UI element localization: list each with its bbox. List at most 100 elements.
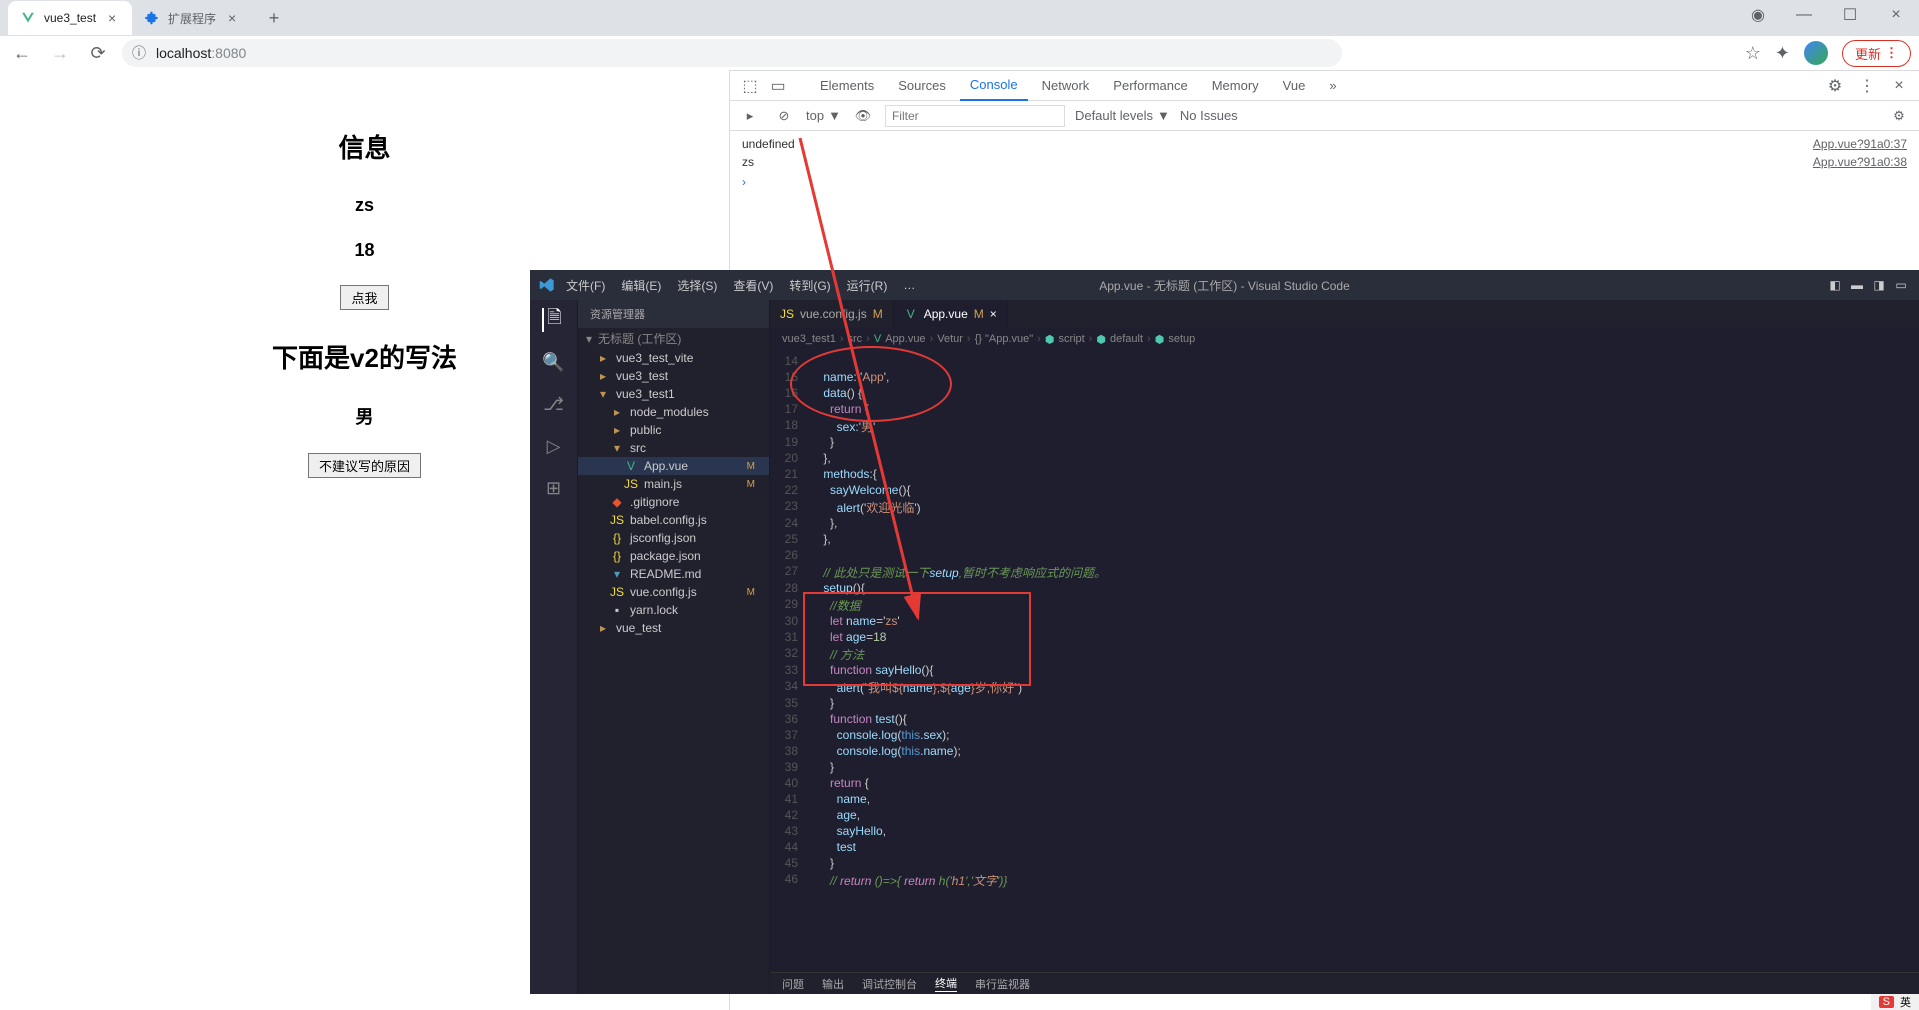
tree-item[interactable]: JSbabel.config.js	[578, 511, 769, 529]
code-editor[interactable]: 1415 name: 'App',16 data() {17 return {1…	[770, 350, 1919, 972]
explorer-icon[interactable]: 🗎	[542, 308, 566, 332]
console-prompt[interactable]: ›	[742, 175, 1907, 189]
tree-item[interactable]: ▾ vue3_test1	[578, 385, 769, 403]
console-message: zs	[742, 155, 754, 169]
profile-avatar[interactable]	[1804, 41, 1828, 65]
levels-select[interactable]: Default levels ▼	[1075, 108, 1170, 123]
menu-run[interactable]: 运行(R)	[841, 277, 894, 294]
eye-icon[interactable]: 👁	[851, 108, 875, 124]
breadcrumb[interactable]: vue3_test1› src› V App.vue› Vetur› {} "A…	[770, 328, 1919, 350]
devtools-panel: ⬚ ▭ Elements Sources Console Network Per…	[730, 70, 1919, 270]
console-filter-input[interactable]	[885, 105, 1065, 127]
panel-tab-debug[interactable]: 调试控制台	[862, 976, 917, 992]
url-input[interactable]: ⓘ localhost:8080	[122, 39, 1342, 67]
tab-close-icon[interactable]: ×	[224, 10, 240, 26]
issues-badge[interactable]: No Issues	[1180, 108, 1238, 123]
site-info-icon[interactable]: ⓘ	[132, 43, 146, 63]
menu-edit[interactable]: 编辑(E)	[615, 277, 667, 294]
tab-bar: vue3_test × 扩展程序 × + ◉ — ☐ ×	[0, 0, 1919, 36]
tree-item[interactable]: JSmain.jsM	[578, 475, 769, 493]
tree-item[interactable]: {}jsconfig.json	[578, 529, 769, 547]
tree-item[interactable]: ▸ vue3_test_vite	[578, 349, 769, 367]
browser-tab-active[interactable]: vue3_test ×	[8, 1, 132, 35]
back-button[interactable]: ←	[8, 39, 36, 67]
console-message: undefined	[742, 137, 795, 151]
tab-close-icon[interactable]: ×	[990, 307, 997, 321]
search-icon[interactable]: 🔍	[542, 350, 566, 374]
tree-item[interactable]: ▸ node_modules	[578, 403, 769, 421]
minimize-icon[interactable]: —	[1781, 0, 1827, 30]
update-button[interactable]: 更新 ⋮	[1842, 40, 1911, 67]
tab-close-icon[interactable]: ×	[104, 10, 120, 26]
workspace-root[interactable]: ▾ 无标题 (工作区)	[578, 328, 769, 349]
layout-right-icon[interactable]: ◨	[1869, 278, 1889, 292]
inspect-icon[interactable]: ⬚	[738, 76, 762, 96]
tree-item[interactable]: ▾README.md	[578, 565, 769, 583]
devtools-tab-sources[interactable]: Sources	[888, 71, 956, 101]
extensions-icon[interactable]: ✦	[1775, 43, 1790, 64]
menu-view[interactable]: 查看(V)	[727, 277, 779, 294]
clear-console-icon[interactable]: ⊘	[772, 108, 796, 124]
page-age: 18	[0, 240, 729, 261]
maximize-icon[interactable]: ☐	[1827, 0, 1873, 30]
layout-bottom-icon[interactable]: ▬	[1847, 278, 1867, 292]
window-controls: ◉ — ☐ ×	[1735, 0, 1919, 30]
panel-tab-output[interactable]: 输出	[822, 976, 844, 992]
panel-tab-serial[interactable]: 串行监视器	[975, 976, 1030, 992]
vscode-title: App.vue - 无标题 (工作区) - Visual Studio Code	[1099, 277, 1350, 294]
layout-panel-icon[interactable]: ▭	[1891, 278, 1911, 292]
tree-item[interactable]: ▪yarn.lock	[578, 601, 769, 619]
tree-item[interactable]: {}package.json	[578, 547, 769, 565]
console-source-link[interactable]: App.vue?91a0:37	[1813, 137, 1907, 151]
editor-tab[interactable]: JSvue.config.js M	[770, 300, 894, 328]
menu-select[interactable]: 选择(S)	[671, 277, 723, 294]
more-icon[interactable]: ⋮	[1855, 76, 1879, 96]
editor-tabs: JSvue.config.js M VApp.vue M ×	[770, 300, 1919, 328]
browser-tab[interactable]: 扩展程序 ×	[132, 1, 252, 35]
devtools-close-icon[interactable]: ×	[1887, 76, 1911, 96]
devtools-tab-network[interactable]: Network	[1032, 71, 1100, 101]
tree-item[interactable]: ▸ vue3_test	[578, 367, 769, 385]
tree-item[interactable]: ▸ public	[578, 421, 769, 439]
tab-title: vue3_test	[44, 11, 96, 25]
close-icon[interactable]: ×	[1873, 0, 1919, 30]
page-name: zs	[0, 195, 729, 216]
click-me-button[interactable]: 点我	[340, 285, 388, 310]
debug-icon[interactable]: ▷	[542, 434, 566, 458]
device-toggle-icon[interactable]: ▭	[766, 76, 790, 96]
menu-file[interactable]: 文件(F)	[560, 277, 611, 294]
menu-goto[interactable]: 转到(G)	[783, 277, 836, 294]
new-tab-button[interactable]: +	[260, 4, 288, 32]
bookmark-icon[interactable]: ☆	[1745, 43, 1761, 64]
scm-icon[interactable]: ⎇	[542, 392, 566, 416]
console-source-link[interactable]: App.vue?91a0:38	[1813, 155, 1907, 169]
settings-icon[interactable]: ⚙	[1823, 76, 1847, 96]
context-select[interactable]: top ▼	[806, 108, 841, 123]
devtools-tab-performance[interactable]: Performance	[1103, 71, 1197, 101]
menu-more[interactable]: …	[897, 278, 921, 292]
reason-button[interactable]: 不建议写的原因	[308, 453, 421, 478]
devtools-more-tabs[interactable]: »	[1319, 71, 1346, 101]
ime-lang[interactable]: 英	[1900, 994, 1911, 1010]
devtools-tab-elements[interactable]: Elements	[810, 71, 884, 101]
editor-tab-active[interactable]: VApp.vue M ×	[894, 300, 1008, 328]
forward-button[interactable]: →	[46, 39, 74, 67]
tree-item[interactable]: ▾ src	[578, 439, 769, 457]
console-sidebar-icon[interactable]: ▸	[738, 108, 762, 124]
extensions-icon[interactable]: ⊞	[542, 476, 566, 500]
tree-item[interactable]: ▸ vue_test	[578, 619, 769, 637]
console-settings-icon[interactable]: ⚙	[1887, 108, 1911, 124]
panel-tab-problems[interactable]: 问题	[782, 976, 804, 992]
devtools-tab-console[interactable]: Console	[960, 71, 1028, 101]
layout-left-icon[interactable]: ◧	[1825, 278, 1845, 292]
account-icon[interactable]: ◉	[1735, 0, 1781, 30]
devtools-tab-memory[interactable]: Memory	[1202, 71, 1269, 101]
bottom-panel-tabs: 问题 输出 调试控制台 终端 串行监视器	[770, 972, 1919, 994]
devtools-tab-vue[interactable]: Vue	[1273, 71, 1316, 101]
tree-item[interactable]: VApp.vueM	[578, 457, 769, 475]
tree-item[interactable]: ◆.gitignore	[578, 493, 769, 511]
reload-button[interactable]: ⟳	[84, 39, 112, 67]
panel-tab-terminal[interactable]: 终端	[935, 975, 957, 992]
tree-item[interactable]: JSvue.config.jsM	[578, 583, 769, 601]
ime-badge[interactable]: S	[1879, 996, 1894, 1008]
